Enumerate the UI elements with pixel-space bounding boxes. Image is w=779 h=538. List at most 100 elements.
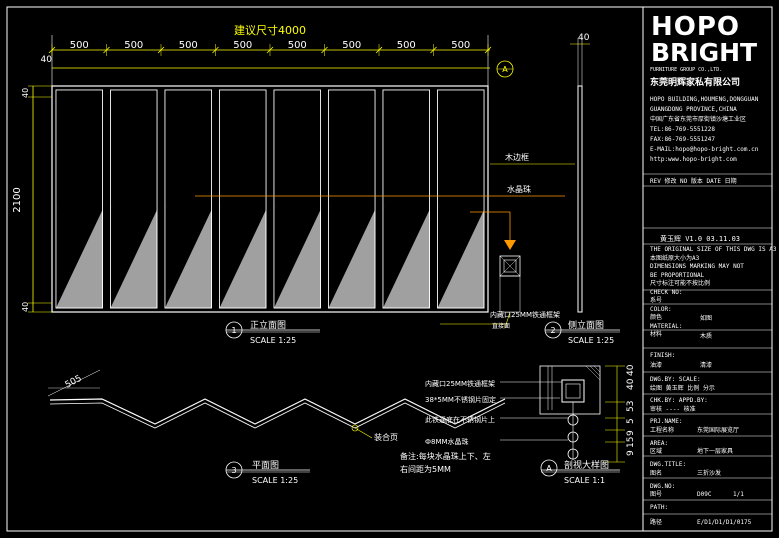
detail-note-2: 38*5MM不锈钢片固定 xyxy=(425,395,496,404)
panel-width-label: 500 xyxy=(233,40,252,51)
disclaimer-line: THE ORIGINAL SIZE OF THIS DWG IS A3 xyxy=(650,246,777,253)
address-line: HOPO BUILDING,HOUMENG,DONGGUAN xyxy=(650,96,759,103)
dwg-by-row: DWG.BY: SCALE: xyxy=(650,376,701,383)
bottom-40-label: 40 xyxy=(21,302,30,312)
view3-title: 平面图 xyxy=(252,460,279,471)
detail-dim-label: 53 xyxy=(626,401,636,412)
address-line: TEL:86-769-5551228 xyxy=(650,126,716,133)
title-value: 三折沙发 xyxy=(697,470,722,477)
title-label: DWG.TITLE: xyxy=(650,461,687,468)
glass-panel xyxy=(437,89,485,309)
view3-number: 3 xyxy=(231,466,236,475)
disclaimer-line: 颜色 xyxy=(650,314,663,321)
chk-by-cn: 审核 ---- 核准 xyxy=(650,406,696,413)
detail-note-3: 此铁通底在不锈钢片上 xyxy=(425,415,495,424)
outer-frame-label: 直接面 xyxy=(492,322,510,330)
detail-dim-label: 15 xyxy=(626,437,636,448)
view1-scale: SCALE 1:25 xyxy=(250,336,296,345)
disclaimer-line: DIMENSIONS MARKING MAY NOT xyxy=(650,263,744,270)
disclaimer-line: 系号 xyxy=(650,297,663,304)
hinge-label: 装合页 xyxy=(374,432,398,442)
detail-a xyxy=(500,365,625,477)
address-line: E-MAIL:hopo@hopo-bright.com.cn xyxy=(650,146,759,153)
panel-width-label: 500 xyxy=(342,40,361,51)
color-value: 如图 xyxy=(700,315,713,322)
panel-width-label: 500 xyxy=(397,40,416,51)
dwgno-value: D09C xyxy=(697,491,712,498)
path-value: E/D1/D1/D1/0175 xyxy=(697,519,752,526)
dwgno-cn: 图号 xyxy=(650,491,663,498)
glass-panel xyxy=(110,89,158,309)
note-line-1: 备注:每块水晶珠上下、左 xyxy=(400,451,491,461)
detail-dim-label: 9 xyxy=(626,450,636,456)
dwg-by-cn: 绘图 黄玉辉 比例 分示 xyxy=(650,385,715,392)
panel-width-label: 500 xyxy=(179,40,198,51)
detail-dim-label: 40 xyxy=(626,378,636,390)
finish-cn: 油漆 xyxy=(650,362,663,369)
disclaimer-line: MATERIAL: xyxy=(650,322,683,330)
address-line: FAX:86-769-5551247 xyxy=(650,136,716,143)
side-profile xyxy=(577,85,583,313)
prj-name-label: PRJ.NAME: xyxy=(650,418,683,425)
chk-by-row: CHK.BY: APPD.BY: xyxy=(650,397,708,404)
address-line: GUANGDONG PROVINCE,CHINA xyxy=(650,106,737,113)
detail-dimension-labels: 40405359159 xyxy=(626,364,636,456)
view2-scale: SCALE 1:25 xyxy=(568,336,614,345)
disclaimer-line: COLOR: xyxy=(650,305,672,313)
disclaimer-line: CHECK NO: xyxy=(650,288,683,296)
prj-name-cn: 工程名称 xyxy=(650,427,675,434)
view2-number: 2 xyxy=(550,326,555,335)
detail-dim-label: 9 xyxy=(626,430,636,436)
disclaimer-line: 材料 xyxy=(650,331,663,338)
disclaimer-line: 尺寸标注可能不按比例 xyxy=(650,280,711,287)
glass-panel xyxy=(273,89,321,309)
finish-label: FINISH: xyxy=(650,352,676,359)
finish-value: 清漆 xyxy=(700,362,713,369)
sheet-value: 1/1 xyxy=(733,491,744,498)
revision-header: REV 修改 NO 版本 DATE 日期 xyxy=(650,178,737,185)
address-line: http:www.hopo-bright.com xyxy=(650,156,737,163)
logo-bright: BRIGHT xyxy=(651,38,758,67)
height-label: 2100 xyxy=(12,187,23,212)
crystal-label: 水晶珠 xyxy=(507,184,531,194)
detail-dim-label: 40 xyxy=(626,364,636,376)
panel-width-label: 500 xyxy=(451,40,470,51)
area-cn: 区域 xyxy=(650,448,663,455)
area-value: 地下一层家具 xyxy=(697,448,734,455)
left-margin-label: 40 xyxy=(41,55,53,65)
side-margin-label: 40 xyxy=(578,33,590,43)
view1-number: 1 xyxy=(231,326,236,335)
company-en: FURNITURE GROUP CO.,LTD. xyxy=(650,67,723,73)
disclaimer-line: BE PROPORTIONAL xyxy=(650,271,705,279)
prj-name-value: 东莞国际展览厅 xyxy=(697,427,740,434)
address-line: 中国广东省东莞市厚街镇沙塘工业区 xyxy=(650,116,747,123)
detail-dim-label: 5 xyxy=(626,418,636,424)
panel-width-label: 500 xyxy=(124,40,143,51)
panel-width-label: 500 xyxy=(288,40,307,51)
overall-width-label: 建议尺寸4000 xyxy=(234,23,306,37)
company-cn: 东莞明辉家私有限公司 xyxy=(650,78,741,88)
detail-letter: A xyxy=(546,464,552,473)
detail-title: 剖视大样图 xyxy=(564,459,609,471)
disclaimer-line: 本图纸原大小为A3 xyxy=(650,254,700,262)
wood-edge-label: 木边框 xyxy=(505,152,529,162)
glass-panel xyxy=(164,89,212,309)
inner-frame-label: 内藏口25MM铁通框架 xyxy=(490,310,560,319)
detail-note-4: Ф8MM水晶珠 xyxy=(425,437,469,446)
section-marker-letter: A xyxy=(502,65,508,74)
glass-panel xyxy=(328,89,376,309)
view3-scale: SCALE 1:25 xyxy=(252,476,298,485)
glass-panel xyxy=(382,89,430,309)
view2-title: 侧立面图 xyxy=(568,319,604,331)
section-arrow-icon xyxy=(504,240,516,250)
view1-title: 正立面图 xyxy=(250,319,286,331)
glass-panel xyxy=(55,89,103,309)
dwgno-label: DWG.NO: xyxy=(650,483,676,490)
designer-line: 黄玉辉 V1.0 03.11.03 xyxy=(660,235,741,243)
title-cn: 图名 xyxy=(650,470,663,477)
glass-panel xyxy=(219,89,267,309)
path-label: PATH: xyxy=(650,504,669,511)
top-40-label: 40 xyxy=(21,88,30,98)
material-value: 木质 xyxy=(700,333,713,340)
path-cn: 路径 xyxy=(650,519,663,526)
